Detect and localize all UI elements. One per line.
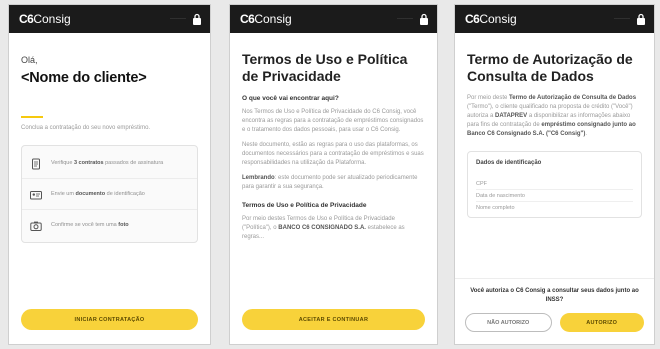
footer: Você autoriza o C6 Consig a consultar se… <box>455 278 654 344</box>
step-text: Envie um documento de identificação <box>51 191 145 197</box>
top-bar: C6 Consig ········ <box>455 5 654 33</box>
top-bar: C6 Consig ········ <box>9 5 210 33</box>
section-heading: O que você vai encontrar aqui? <box>242 95 339 102</box>
paragraph: Neste documento, estão as regras para o … <box>242 142 424 166</box>
logo-text: Consig <box>33 12 71 26</box>
logo-bold: C6 <box>19 12 34 26</box>
step-text: Verifique 3 contratos passados de assina… <box>51 160 164 166</box>
top-status: ········ <box>397 16 413 22</box>
logo-bold: C6 <box>465 12 480 26</box>
lock-icon <box>636 13 646 25</box>
section-heading: Termos de Uso e Política de Privacidade <box>242 202 367 209</box>
screen-authorization: C6 Consig ········ Termo de Autorização d… <box>454 4 655 345</box>
customer-name: <Nome do cliente> <box>21 70 147 86</box>
terms-scroll-area[interactable]: Termos de Uso e Política de Privacidade … <box>230 33 437 243</box>
screen-terms: C6 Consig ········ Termos de Uso e Políti… <box>229 4 438 345</box>
data-field: Nome completo <box>476 205 515 211</box>
decline-button[interactable]: NÃO AUTORIZO <box>465 313 552 332</box>
paragraph: Nos Termos de Uso e Política de Privacid… <box>242 109 424 133</box>
steps-card: Verifique 3 contratos passados de assina… <box>21 145 198 243</box>
box-title: Dados de identificação <box>476 160 542 166</box>
greeting: Olá, <box>21 55 38 65</box>
c6-consig-logo: C6 Consig <box>240 12 292 26</box>
data-field: Data de nascimento <box>476 190 633 202</box>
document-icon <box>30 157 42 170</box>
identification-data-box: Dados de identificação CPF Data de nasci… <box>467 151 642 218</box>
accent-divider <box>21 116 43 118</box>
page-title: Termo de Autorização de Consulta de Dado… <box>467 51 633 84</box>
screen-welcome: C6 Consig ········ Olá, <Nome do cliente>… <box>8 4 211 345</box>
c6-consig-logo: C6 Consig <box>19 12 71 26</box>
lock-icon <box>192 13 202 25</box>
footer: ACEITAR E CONTINUAR <box>230 299 437 344</box>
id-card-icon <box>30 188 42 200</box>
top-status: ········ <box>170 16 186 22</box>
intro-text: Conclua a contratação do seu novo emprés… <box>21 125 151 131</box>
authorize-button[interactable]: AUTORIZO <box>559 313 644 332</box>
paragraph: Lembrando: este documento pode ser atual… <box>242 175 418 190</box>
top-bar: C6 Consig ········ <box>230 5 437 33</box>
step-item: Confirme se você tem uma foto <box>22 210 197 240</box>
top-status: ········ <box>614 16 630 22</box>
paragraph: Por meio destes Termos de Uso e Política… <box>242 216 405 240</box>
step-item: Envie um documento de identificação <box>22 179 197 210</box>
logo-text: Consig <box>254 12 292 26</box>
step-text: Confirme se você tem uma foto <box>51 222 129 228</box>
c6-consig-logo: C6 Consig <box>465 12 517 26</box>
logo-text: Consig <box>479 12 517 26</box>
camera-icon <box>30 219 42 231</box>
logo-bold: C6 <box>240 12 255 26</box>
step-item: Verifique 3 contratos passados de assina… <box>22 148 197 179</box>
page-title: Termos de Uso e Política de Privacidade <box>242 51 408 84</box>
data-field: CPF <box>476 178 633 190</box>
footer: INICIAR CONTRATAÇÃO <box>9 299 210 344</box>
lock-icon <box>419 13 429 25</box>
start-contract-button[interactable]: INICIAR CONTRATAÇÃO <box>21 309 198 330</box>
authorization-question: Você autoriza o C6 Consig a consultar se… <box>470 288 639 303</box>
authorization-text: Por meio deste Termo de Autorização de C… <box>467 95 637 137</box>
accept-continue-button[interactable]: ACEITAR E CONTINUAR <box>242 309 425 330</box>
